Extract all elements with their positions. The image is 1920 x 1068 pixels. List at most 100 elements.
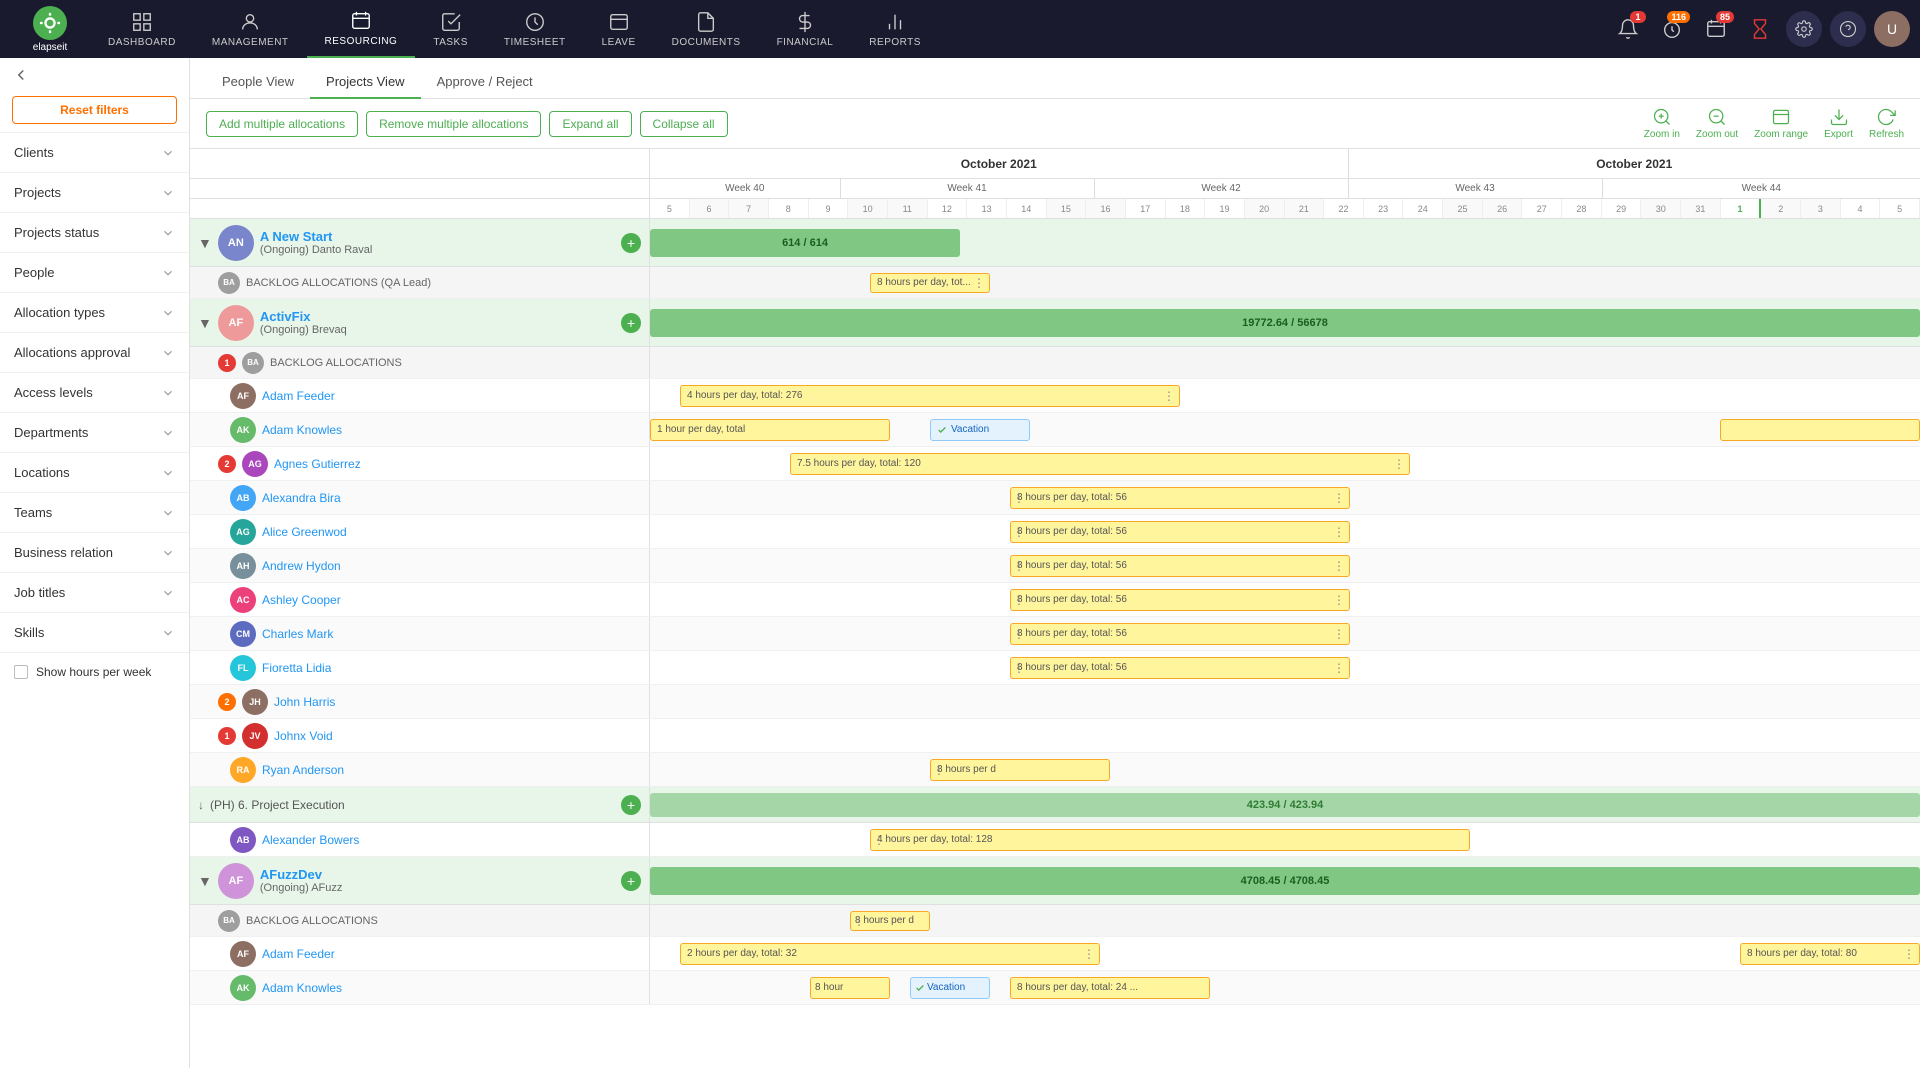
notification-badge: 1: [1630, 11, 1646, 23]
adam-feeder-afuzzdev-name[interactable]: Adam Feeder: [262, 947, 335, 961]
zoom-out-action[interactable]: Zoom out: [1696, 107, 1738, 140]
backlog-bar-a-new-start[interactable]: 8 hours per day, tot... ⋮: [870, 273, 990, 293]
nav-documents[interactable]: DOCUMENTS: [654, 0, 759, 58]
adam-knowles-afuzzdev-bar2[interactable]: 8 hours per day, total: 24 ...: [1010, 977, 1210, 999]
project-bar-a-new-start[interactable]: 614 / 614: [650, 229, 960, 257]
remove-multiple-allocations-button[interactable]: Remove multiple allocations: [366, 111, 541, 137]
filter-business-relation[interactable]: Business relation: [0, 532, 189, 572]
add-multiple-allocations-button[interactable]: Add multiple allocations: [206, 111, 358, 137]
add-allocation-a-new-start[interactable]: +: [621, 233, 641, 253]
project-name-a-new-start[interactable]: A New Start: [260, 229, 373, 244]
show-hours-checkbox[interactable]: [14, 665, 28, 679]
ashley-bar[interactable]: ⋮ 8 hours per day, total: 56 ⋮: [1010, 589, 1350, 611]
alice-bar[interactable]: ⋮ 8 hours per day, total: 56 ⋮: [1010, 521, 1350, 543]
reset-filters-button[interactable]: Reset filters: [12, 96, 177, 124]
user-avatar[interactable]: U: [1874, 11, 1910, 47]
phase-row-project-execution: ↓ (PH) 6. Project Execution + 423.94 / 4…: [190, 787, 1920, 823]
nav-timesheet[interactable]: TIMESHEET: [486, 0, 584, 58]
alexander-bowers-bar[interactable]: ⋮ 4 hours per day, total: 128: [870, 829, 1470, 851]
nav-leave[interactable]: LEAVE: [584, 0, 654, 58]
nav-tasks[interactable]: TASKS: [415, 0, 486, 58]
filter-departments[interactable]: Departments: [0, 412, 189, 452]
filter-teams[interactable]: Teams: [0, 492, 189, 532]
agnes-name[interactable]: Agnes Gutierrez: [274, 457, 361, 471]
fioretta-bar[interactable]: ⋮ 8 hours per day, total: 56 ⋮: [1010, 657, 1350, 679]
andrew-name[interactable]: Andrew Hydon: [262, 559, 341, 573]
phase-bar[interactable]: 423.94 / 423.94: [650, 793, 1920, 817]
alexander-bowers-name[interactable]: Alexander Bowers: [262, 833, 359, 847]
afuzzdev-expand-icon[interactable]: ▼: [198, 873, 212, 889]
person-row-adam-knowles-afuzzdev: AK Adam Knowles 8 hour Vacation 8 hours …: [190, 971, 1920, 1005]
adam-knowles-afuzzdev-vacation[interactable]: Vacation: [910, 977, 990, 999]
adam-knowles-afuzzdev-bar1[interactable]: 8 hour: [810, 977, 890, 999]
backlog-badge-a-new-start: BA: [218, 272, 240, 294]
adam-feeder-bar[interactable]: 4 hours per day, total: 276 ⋮: [680, 385, 1180, 407]
ashley-name[interactable]: Ashley Cooper: [262, 593, 341, 607]
filter-allocation-types[interactable]: Allocation types: [0, 292, 189, 332]
notification-bell-wrap[interactable]: 1: [1610, 11, 1646, 47]
nav-dashboard[interactable]: DASHBOARD: [90, 0, 194, 58]
add-allocation-activfix[interactable]: +: [621, 313, 641, 333]
expand-icon[interactable]: ▼: [198, 235, 212, 251]
tab-approve-reject[interactable]: Approve / Reject: [421, 66, 549, 99]
john-harris-name[interactable]: John Harris: [274, 695, 335, 709]
settings-icon-btn[interactable]: [1786, 11, 1822, 47]
filter-locations[interactable]: Locations: [0, 452, 189, 492]
sub-navigation: People View Projects View Approve / Reje…: [190, 58, 1920, 99]
filter-access-levels[interactable]: Access levels: [0, 372, 189, 412]
adam-feeder-name[interactable]: Adam Feeder: [262, 389, 335, 403]
timer-wrap[interactable]: 116: [1654, 11, 1690, 47]
filter-job-titles[interactable]: Job titles: [0, 572, 189, 612]
adam-knowles-afuzzdev-name[interactable]: Adam Knowles: [262, 981, 342, 995]
project-name-activfix[interactable]: ActivFix: [260, 309, 347, 324]
alexandra-bar[interactable]: ⋮ 8 hours per day, total: 56 ⋮: [1010, 487, 1350, 509]
refresh-action[interactable]: Refresh: [1869, 107, 1904, 140]
andrew-bar[interactable]: ⋮ 8 hours per day, total: 56 ⋮: [1010, 555, 1350, 577]
logo[interactable]: elapseit: [10, 6, 90, 53]
zoom-range-action[interactable]: Zoom range: [1754, 107, 1808, 140]
agnes-bar[interactable]: 7.5 hours per day, total: 120 ⋮: [790, 453, 1410, 475]
charles-name[interactable]: Charles Mark: [262, 627, 333, 641]
calendar-wrap[interactable]: 85: [1698, 11, 1734, 47]
activfix-expand-icon[interactable]: ▼: [198, 315, 212, 331]
filter-skills[interactable]: Skills: [0, 612, 189, 652]
hourglass-wrap[interactable]: [1742, 11, 1778, 47]
sidebar-collapse-btn[interactable]: [0, 58, 189, 92]
project-name-afuzzdev[interactable]: AFuzzDev: [260, 867, 343, 882]
export-action[interactable]: Export: [1824, 107, 1853, 140]
filter-people[interactable]: People: [0, 252, 189, 292]
fioretta-name[interactable]: Fioretta Lidia: [262, 661, 331, 675]
charles-bar[interactable]: ⋮ 8 hours per day, total: 56 ⋮: [1010, 623, 1350, 645]
adam-knowles-vacation[interactable]: Vacation: [930, 419, 1030, 441]
nav-reports[interactable]: REPORTS: [851, 0, 939, 58]
tab-people-view[interactable]: People View: [206, 66, 310, 99]
alexandra-name[interactable]: Alexandra Bira: [262, 491, 341, 505]
project-bar-afuzzdev[interactable]: 4708.45 / 4708.45: [650, 867, 1920, 895]
nav-management[interactable]: MANAGEMENT: [194, 0, 307, 58]
expand-all-button[interactable]: Expand all: [549, 111, 631, 137]
adam-knowles-name[interactable]: Adam Knowles: [262, 423, 342, 437]
filter-allocations-approval[interactable]: Allocations approval: [0, 332, 189, 372]
ryan-name[interactable]: Ryan Anderson: [262, 763, 344, 777]
help-icon-btn[interactable]: [1830, 11, 1866, 47]
alice-name[interactable]: Alice Greenwod: [262, 525, 347, 539]
filter-projects[interactable]: Projects: [0, 172, 189, 212]
project-bar-activfix[interactable]: 19772.64 / 56678: [650, 309, 1920, 337]
tab-projects-view[interactable]: Projects View: [310, 66, 421, 99]
zoom-in-action[interactable]: Zoom in: [1644, 107, 1680, 140]
nav-financial[interactable]: FINANCIAL: [759, 0, 852, 58]
ryan-bar[interactable]: ⋮ 8 hours per d: [930, 759, 1110, 781]
add-allocation-afuzzdev[interactable]: +: [621, 871, 641, 891]
add-phase-allocation[interactable]: +: [621, 795, 641, 815]
johnx-void-name[interactable]: Johnx Void: [274, 729, 333, 743]
afuzzdev-backlog-bar[interactable]: 8 hours per d ⋮: [850, 911, 930, 931]
adam-feeder-afuzzdev-bar2[interactable]: 8 hours per day, total: 80 ⋮: [1740, 943, 1920, 965]
adam-knowles-bar1[interactable]: 1 hour per day, total: [650, 419, 890, 441]
filter-clients[interactable]: Clients: [0, 132, 189, 172]
nav-resourcing[interactable]: RESOURCING: [307, 0, 416, 58]
adam-feeder-afuzzdev-bar1[interactable]: 2 hours per day, total: 32 ⋮: [680, 943, 1100, 965]
filter-projects-status[interactable]: Projects status: [0, 212, 189, 252]
adam-knowles-bar2[interactable]: [1720, 419, 1920, 441]
collapse-all-button[interactable]: Collapse all: [640, 111, 728, 137]
gantt-area[interactable]: October 2021 October 2021 Week 40 Week 4…: [190, 149, 1920, 1068]
